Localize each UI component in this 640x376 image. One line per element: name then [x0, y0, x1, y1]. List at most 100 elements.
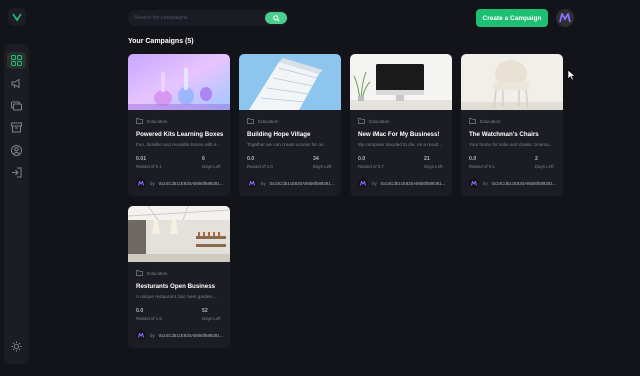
- days-left-label: Days Left: [202, 164, 221, 169]
- campaign-image: [239, 54, 341, 110]
- campaign-title: Resturants Open Business: [136, 283, 216, 290]
- sidebar-item-theme[interactable]: [7, 338, 26, 355]
- days-left: 2: [535, 156, 538, 162]
- target-label: Raised of 0.1: [469, 164, 495, 169]
- days-left-label: Days Left: [424, 164, 443, 169]
- sidebar-item-dashboard[interactable]: [7, 52, 26, 69]
- app-logo[interactable]: [8, 8, 26, 26]
- category: Education: [136, 118, 167, 124]
- owner: by 0x24Cd51cE820A8656f589281...: [136, 330, 223, 340]
- campaign-image: [461, 54, 563, 110]
- owner: by 0x24Cd51cE820A8656f589281...: [469, 178, 556, 188]
- campaign-card[interactable]: Education The Watchman's Chairs Your hom…: [461, 54, 563, 196]
- sidebar-item-campaigns[interactable]: [7, 75, 26, 92]
- logo-icon: [12, 13, 22, 22]
- owner-prefix: by: [150, 180, 155, 186]
- days-left: 6: [202, 156, 205, 162]
- days-left-label: Days Left: [535, 164, 554, 169]
- owner-address: 0x24Cd51cE820A8656f589281...: [158, 180, 224, 186]
- category-label: Education: [147, 118, 168, 124]
- days-left: 34: [313, 156, 319, 162]
- category-label: Education: [258, 118, 279, 124]
- owner: by 0x24Cd51cE820A8656f589281...: [247, 178, 334, 188]
- folder-icon: [136, 270, 143, 276]
- folder-icon: [136, 118, 143, 124]
- category-label: Education: [480, 118, 501, 124]
- mouse-pointer-icon: [567, 69, 576, 81]
- campaign-image: [128, 206, 230, 262]
- search-input[interactable]: [134, 15, 259, 21]
- brand-avatar-icon: [559, 13, 571, 23]
- owner-address: 0x24Cd51cE820A8656f589281...: [158, 332, 224, 338]
- withdraw-icon: [11, 122, 22, 133]
- owner-avatar: [136, 330, 146, 340]
- campaign-description: My computer decided to die, As a result.…: [358, 142, 443, 147]
- owner: by 0x24Cd51cE820A8656f589281...: [136, 178, 223, 188]
- brand-avatar-icon: [471, 180, 477, 186]
- days-left-label: Days Left: [313, 164, 332, 169]
- section-title: Your Campaigns (5): [128, 38, 194, 45]
- days-left-label: Days Left: [202, 316, 221, 321]
- owner-avatar: [358, 178, 368, 188]
- category: Education: [469, 118, 500, 124]
- target-label: Raised of 0.1: [136, 164, 162, 169]
- amount-raised: 0.0: [247, 156, 255, 162]
- sidebar-item-logout[interactable]: [7, 164, 26, 181]
- search-icon: [272, 14, 280, 22]
- days-left: 52: [202, 308, 208, 314]
- days-left: 21: [424, 156, 430, 162]
- campaign-title: New iMac For My Business!: [358, 131, 440, 138]
- sidebar-item-withdraw[interactable]: [7, 119, 26, 136]
- amount-raised: 0.01: [136, 156, 147, 162]
- create-campaign-button[interactable]: Create a Campaign: [476, 9, 548, 27]
- profile-icon: [11, 145, 22, 156]
- category-label: Education: [369, 118, 390, 124]
- amount-raised: 0.0: [358, 156, 366, 162]
- amount-raised: 0.0: [469, 156, 477, 162]
- campaign-megaphone-icon: [11, 78, 20, 89]
- theme-sun-icon: [11, 341, 22, 352]
- campaign-description: Your home for indie and classic cinema..…: [469, 142, 553, 147]
- campaign-title: Powered Kits Learning Boxes: [136, 131, 224, 138]
- brand-avatar-icon: [138, 332, 144, 338]
- sidebar-item-payment[interactable]: [7, 97, 26, 114]
- owner-prefix: by: [261, 180, 266, 186]
- owner-prefix: by: [372, 180, 377, 186]
- search-button[interactable]: [265, 12, 287, 24]
- campaign-card[interactable]: Education Building Hope Village Together…: [239, 54, 341, 196]
- category-label: Education: [147, 270, 168, 276]
- owner-address: 0x24Cd51cE820A8656f589281...: [491, 180, 557, 186]
- campaign-description: A unique restaurant, bar, beer garden,..…: [136, 294, 218, 299]
- owner-address: 0x24Cd51cE820A8656f589281...: [380, 180, 446, 186]
- campaign-card[interactable]: Education Powered Kits Learning Boxes Fu…: [128, 54, 230, 196]
- folder-icon: [358, 118, 365, 124]
- owner: by 0x24Cd51cE820A8656f589281...: [358, 178, 445, 188]
- user-avatar[interactable]: [556, 9, 574, 27]
- category: Education: [247, 118, 278, 124]
- sidebar-item-profile[interactable]: [7, 142, 26, 159]
- search-bar: [128, 10, 288, 26]
- owner-prefix: by: [483, 180, 488, 186]
- category: Education: [358, 118, 389, 124]
- category: Education: [136, 270, 167, 276]
- dashboard-icon: [11, 55, 22, 66]
- payment-icon: [11, 101, 22, 111]
- campaign-card[interactable]: Education New iMac For My Business! My c…: [350, 54, 452, 196]
- owner-address: 0x24Cd51cE820A8656f589281...: [269, 180, 335, 186]
- owner-avatar: [136, 178, 146, 188]
- brand-avatar-icon: [249, 180, 255, 186]
- target-label: Raised of 1.0: [247, 164, 273, 169]
- campaign-description: Together we can create access for ov...: [247, 142, 327, 147]
- target-label: Raised of 0.7: [358, 164, 384, 169]
- campaign-title: Building Hope Village: [247, 131, 311, 138]
- amount-raised: 0.0: [136, 308, 144, 314]
- sidebar: [4, 44, 29, 364]
- owner-avatar: [469, 178, 479, 188]
- campaign-title: The Watchman's Chairs: [469, 131, 539, 138]
- campaign-card[interactable]: Education Resturants Open Business A uni…: [128, 206, 230, 348]
- owner-avatar: [247, 178, 257, 188]
- target-label: Raised of 1.5: [136, 316, 162, 321]
- campaign-description: Fun, durable and reusable boxes with e..…: [136, 142, 221, 147]
- folder-icon: [247, 118, 254, 124]
- campaign-image: [128, 54, 230, 110]
